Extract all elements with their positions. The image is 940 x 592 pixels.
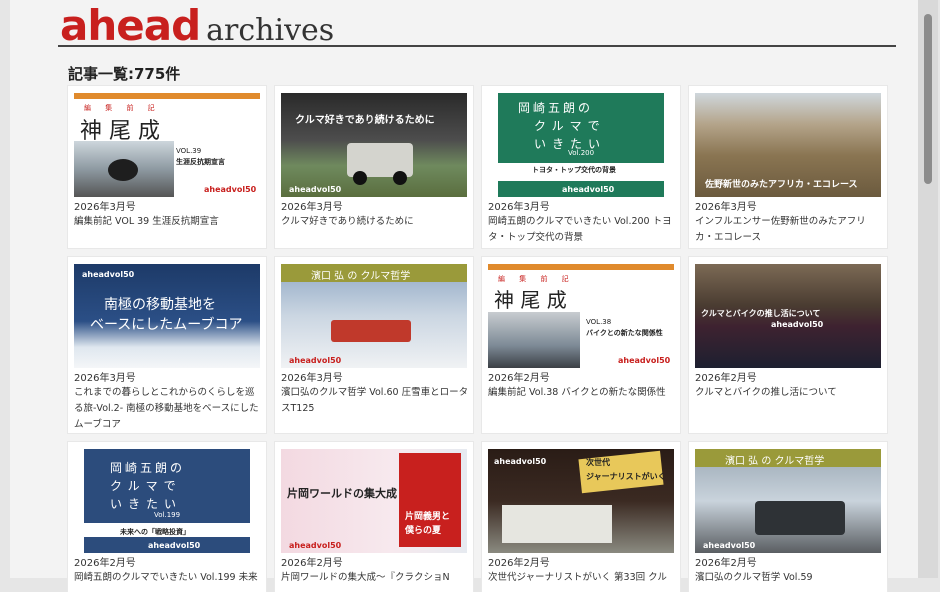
article-thumbnail: 濱口 弘 の クルマ哲学 aheadvol50 — [695, 449, 881, 553]
article-thumbnail: 編 集 前 記 神 尾 成 VOL.38 バイクとの新たな関係性 aheadvo… — [488, 264, 674, 368]
article-thumbnail: 佐野新世のみたアフリカ・エコレース — [695, 93, 881, 197]
article-card[interactable]: 濱口 弘 の クルマ哲学 aheadvol50 2026年2月号 濱口弘のクルマ… — [689, 442, 887, 592]
article-title[interactable]: 片岡ワールドの集大成〜『クラクショN — [281, 570, 469, 586]
article-title[interactable]: 岡崎五朗のクルマでいきたい Vol.200 トヨタ・トップ交代の背景 — [488, 214, 676, 246]
article-card[interactable]: 編 集 前 記 神 尾 成 VOL.38 バイクとの新たな関係性 aheadvo… — [482, 257, 680, 433]
article-card[interactable]: 片岡ワールドの集大成 片岡義男と 僕らの夏 aheadvol50 2026年2月… — [275, 442, 473, 592]
article-card[interactable]: aheadvol50 南極の移動基地を ベースにしたムーブコア 2026年3月号… — [68, 257, 266, 433]
article-date: 2026年3月号 — [74, 202, 136, 213]
logo-ahead: ahead — [60, 1, 201, 50]
article-thumbnail: 岡崎五朗の クルマで いきたい Vol.199 未来への「戦略投資」 ahead… — [74, 449, 260, 553]
article-title[interactable]: 岡崎五朗のクルマでいきたい Vol.199 未来 — [74, 570, 262, 586]
article-thumbnail: 岡崎五朗の クルマで いきたい Vol.200 トヨタ・トップ交代の背景 ahe… — [488, 93, 674, 197]
article-card[interactable]: 佐野新世のみたアフリカ・エコレース 2026年3月号 インフルエンサー佐野新世の… — [689, 86, 887, 248]
article-title[interactable]: これまでの暮らしとこれからのくらしを巡る旅-Vol.2- 南極の移動基地をベース… — [74, 385, 262, 433]
article-title[interactable]: インフルエンサー佐野新世のみたアフリカ・エコレース — [695, 214, 883, 246]
article-card[interactable]: クルマ好きであり続けるために aheadvol50 2026年3月号 クルマ好き… — [275, 86, 473, 248]
article-title[interactable]: 次世代ジャーナリストがいく 第33回 クル — [488, 570, 676, 586]
article-card[interactable]: 岡崎五朗の クルマで いきたい Vol.200 トヨタ・トップ交代の背景 ahe… — [482, 86, 680, 248]
article-thumbnail: 濱口 弘 の クルマ哲学 aheadvol50 — [281, 264, 467, 368]
article-date: 2026年3月号 — [74, 373, 136, 384]
article-title[interactable]: 濱口弘のクルマ哲学 Vol.60 圧雪車とロータスT125 — [281, 385, 469, 417]
article-thumbnail: aheadvol50 次世代 ジャーナリストがいく — [488, 449, 674, 553]
article-card[interactable]: 編 集 前 記 神 尾 成 VOL.39 生涯反抗期宣言 aheadvol50 … — [68, 86, 266, 248]
article-date: 2026年2月号 — [695, 373, 757, 384]
article-thumbnail: aheadvol50 南極の移動基地を ベースにしたムーブコア — [74, 264, 260, 368]
article-thumbnail: 編 集 前 記 神 尾 成 VOL.39 生涯反抗期宣言 aheadvol50 — [74, 93, 260, 197]
article-date: 2026年2月号 — [281, 558, 343, 569]
article-count: 記事一覧:775件 — [68, 65, 181, 83]
article-title[interactable]: クルマ好きであり続けるために — [281, 214, 469, 230]
article-date: 2026年3月号 — [695, 202, 757, 213]
article-date: 2026年2月号 — [695, 558, 757, 569]
logo-archives: archives — [206, 13, 335, 48]
article-date: 2026年2月号 — [488, 373, 550, 384]
article-date: 2026年3月号 — [488, 202, 550, 213]
article-thumbnail: 片岡ワールドの集大成 片岡義男と 僕らの夏 aheadvol50 — [281, 449, 467, 553]
vertical-scrollbar[interactable] — [918, 0, 938, 578]
archive-page: ahead archives 記事一覧:775件 編 集 前 記 神 尾 成 VO… — [10, 0, 918, 592]
article-card[interactable]: 濱口 弘 の クルマ哲学 aheadvol50 2026年3月号 濱口弘のクルマ… — [275, 257, 473, 433]
article-date: 2026年3月号 — [281, 373, 343, 384]
article-thumbnail: クルマ好きであり続けるために aheadvol50 — [281, 93, 467, 197]
article-date: 2026年2月号 — [74, 558, 136, 569]
article-card[interactable]: クルマとバイクの推し活について aheadvol50 2026年2月号 クルマと… — [689, 257, 887, 433]
header-divider — [58, 45, 896, 47]
article-date: 2026年2月号 — [488, 558, 550, 569]
scrollbar-thumb[interactable] — [924, 14, 932, 184]
article-title[interactable]: クルマとバイクの推し活について — [695, 385, 883, 401]
article-title[interactable]: 編集前記 Vol.38 バイクとの新たな関係性 — [488, 385, 676, 401]
article-title[interactable]: 濱口弘のクルマ哲学 Vol.59 — [695, 570, 883, 586]
article-thumbnail: クルマとバイクの推し活について aheadvol50 — [695, 264, 881, 368]
article-card[interactable]: aheadvol50 次世代 ジャーナリストがいく 2026年2月号 次世代ジャ… — [482, 442, 680, 592]
article-date: 2026年3月号 — [281, 202, 343, 213]
article-title[interactable]: 編集前記 VOL 39 生涯反抗期宣言 — [74, 214, 262, 230]
site-logo[interactable]: ahead archives — [60, 5, 335, 49]
article-card[interactable]: 岡崎五朗の クルマで いきたい Vol.199 未来への「戦略投資」 ahead… — [68, 442, 266, 592]
